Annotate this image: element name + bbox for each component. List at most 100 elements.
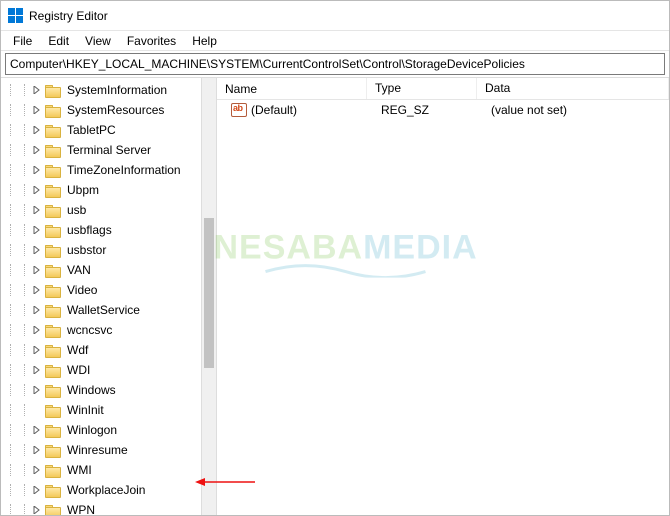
tree-item[interactable]: VAN — [3, 260, 216, 280]
folder-icon — [45, 343, 61, 357]
address-bar[interactable]: Computer\HKEY_LOCAL_MACHINE\SYSTEM\Curre… — [5, 53, 665, 75]
scrollbar-thumb[interactable] — [204, 218, 214, 368]
tree-item[interactable]: Windows — [3, 380, 216, 400]
tree-item[interactable]: WorkplaceJoin — [3, 480, 216, 500]
tree-item[interactable]: SystemResources — [3, 100, 216, 120]
titlebar: Registry Editor — [1, 1, 669, 31]
folder-icon — [45, 483, 61, 497]
tree-item[interactable]: WDI — [3, 360, 216, 380]
tree-item-label[interactable]: WinInit — [65, 402, 106, 418]
tree-item[interactable]: WMI — [3, 460, 216, 480]
expand-icon[interactable] — [31, 246, 43, 254]
expand-icon[interactable] — [31, 166, 43, 174]
tree-item[interactable]: Winresume — [3, 440, 216, 460]
tree-item-label[interactable]: Windows — [65, 382, 118, 398]
expand-icon[interactable] — [31, 146, 43, 154]
expand-icon[interactable] — [31, 126, 43, 134]
tree-item-label[interactable]: WMI — [65, 462, 94, 478]
tree-item[interactable]: WalletService — [3, 300, 216, 320]
tree-item[interactable]: Wdf — [3, 340, 216, 360]
tree-item[interactable]: Ubpm — [3, 180, 216, 200]
column-name[interactable]: Name — [217, 78, 367, 99]
reg-string-icon — [231, 103, 247, 117]
registry-tree[interactable]: SystemInformation SystemResources TabletPC… — [1, 80, 216, 515]
folder-icon — [45, 403, 61, 417]
folder-icon — [45, 323, 61, 337]
expand-icon[interactable] — [31, 86, 43, 94]
expand-icon[interactable] — [31, 446, 43, 454]
tree-item-label[interactable]: usb — [65, 202, 88, 218]
tree-item[interactable]: usb — [3, 200, 216, 220]
value-name-cell[interactable]: (Default) — [223, 103, 373, 117]
main-split: SystemInformation SystemResources TabletPC… — [1, 77, 669, 515]
menu-edit[interactable]: Edit — [40, 32, 77, 50]
tree-item-label[interactable]: TabletPC — [65, 122, 118, 138]
values-list[interactable]: (Default)REG_SZ(value not set) — [217, 100, 669, 120]
tree-item-label[interactable]: WPN — [65, 502, 97, 515]
folder-icon — [45, 243, 61, 257]
expand-icon[interactable] — [31, 326, 43, 334]
expand-icon[interactable] — [31, 106, 43, 114]
values-header[interactable]: Name Type Data — [217, 78, 669, 100]
tree-item-label[interactable]: TimeZoneInformation — [65, 162, 183, 178]
tree-item[interactable]: usbstor — [3, 240, 216, 260]
tree-item-label[interactable]: WorkplaceJoin — [65, 482, 147, 498]
expand-icon[interactable] — [31, 506, 43, 514]
expand-icon[interactable] — [31, 346, 43, 354]
tree-item-label[interactable]: usbflags — [65, 222, 114, 238]
values-row[interactable]: (Default)REG_SZ(value not set) — [217, 100, 669, 120]
expand-icon[interactable] — [31, 306, 43, 314]
folder-icon — [45, 223, 61, 237]
tree-item[interactable]: wcncsvc — [3, 320, 216, 340]
tree-pane: SystemInformation SystemResources TabletPC… — [1, 78, 217, 515]
folder-icon — [45, 363, 61, 377]
expand-icon[interactable] — [31, 206, 43, 214]
menu-help[interactable]: Help — [184, 32, 225, 50]
folder-icon — [45, 423, 61, 437]
tree-item-label[interactable]: usbstor — [65, 242, 108, 258]
tree-item-label[interactable]: Winresume — [65, 442, 130, 458]
folder-icon — [45, 263, 61, 277]
menu-view[interactable]: View — [77, 32, 119, 50]
expand-icon[interactable] — [31, 266, 43, 274]
expand-icon[interactable] — [31, 466, 43, 474]
expand-icon[interactable] — [31, 226, 43, 234]
tree-item[interactable]: WinInit — [3, 400, 216, 420]
folder-icon — [45, 143, 61, 157]
expand-icon[interactable] — [31, 286, 43, 294]
tree-item[interactable]: Terminal Server — [3, 140, 216, 160]
tree-item[interactable]: usbflags — [3, 220, 216, 240]
menu-file[interactable]: File — [5, 32, 40, 50]
folder-icon — [45, 283, 61, 297]
tree-item-label[interactable]: Ubpm — [65, 182, 101, 198]
tree-item[interactable]: Winlogon — [3, 420, 216, 440]
tree-item[interactable]: Video — [3, 280, 216, 300]
expand-icon[interactable] — [31, 366, 43, 374]
tree-item[interactable]: TimeZoneInformation — [3, 160, 216, 180]
tree-item-label[interactable]: Video — [65, 282, 99, 298]
tree-item-label[interactable]: SystemInformation — [65, 82, 169, 98]
expand-icon[interactable] — [31, 486, 43, 494]
expand-icon[interactable] — [31, 186, 43, 194]
expand-icon[interactable] — [31, 426, 43, 434]
tree-item-label[interactable]: VAN — [65, 262, 93, 278]
tree-item-label[interactable]: wcncsvc — [65, 322, 114, 338]
tree-item-label[interactable]: Winlogon — [65, 422, 119, 438]
tree-item-label[interactable]: SystemResources — [65, 102, 166, 118]
value-data: (value not set) — [483, 103, 669, 117]
tree-item-label[interactable]: Terminal Server — [65, 142, 153, 158]
expand-icon[interactable] — [31, 386, 43, 394]
folder-icon — [45, 503, 61, 515]
folder-icon — [45, 103, 61, 117]
tree-item-label[interactable]: WDI — [65, 362, 92, 378]
tree-item-label[interactable]: Wdf — [65, 342, 90, 358]
tree-item[interactable]: TabletPC — [3, 120, 216, 140]
vertical-scrollbar[interactable] — [201, 78, 216, 515]
tree-item[interactable]: SystemInformation — [3, 80, 216, 100]
menu-favorites[interactable]: Favorites — [119, 32, 184, 50]
column-data[interactable]: Data — [477, 78, 669, 99]
column-type[interactable]: Type — [367, 78, 477, 99]
folder-icon — [45, 163, 61, 177]
tree-item[interactable]: WPN — [3, 500, 216, 515]
tree-item-label[interactable]: WalletService — [65, 302, 142, 318]
